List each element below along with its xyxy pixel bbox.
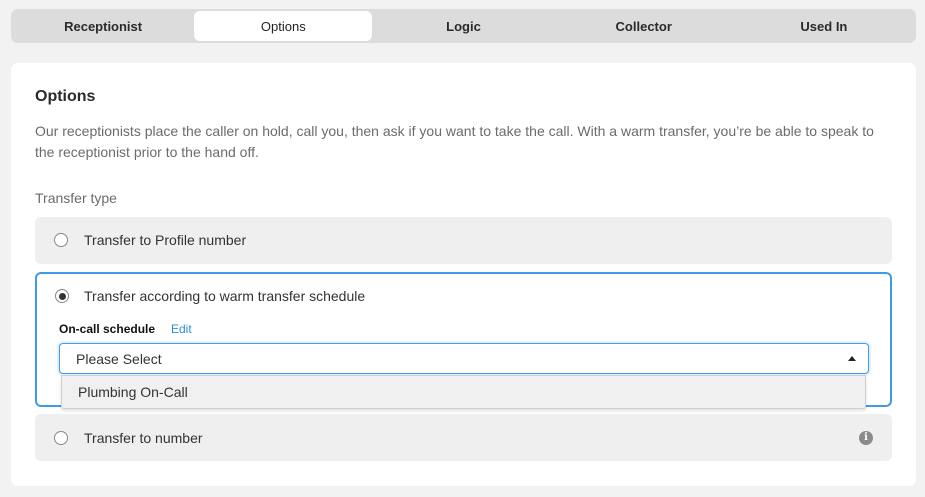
radio-button[interactable] xyxy=(54,233,68,247)
tab-options[interactable]: Options xyxy=(194,11,373,41)
section-title: Options xyxy=(35,88,96,105)
caret-up-icon xyxy=(848,356,856,361)
tab-collector[interactable]: Collector xyxy=(555,11,733,41)
transfer-option-number[interactable]: Transfer to number i xyxy=(35,414,892,461)
option-label: Transfer to number xyxy=(84,430,203,446)
select-value: Please Select xyxy=(76,351,162,367)
dropdown-option[interactable]: Plumbing On-Call xyxy=(78,384,188,400)
edit-schedule-link[interactable]: Edit xyxy=(171,322,192,336)
on-call-schedule-label: On-call schedule xyxy=(59,322,156,336)
tab-logic[interactable]: Logic xyxy=(374,11,552,41)
option-label: Transfer to Profile number xyxy=(84,232,247,248)
options-card: Options Our receptionists place the call… xyxy=(11,63,916,486)
info-icon[interactable]: i xyxy=(859,431,873,445)
transfer-option-profile-number[interactable]: Transfer to Profile number xyxy=(35,217,892,264)
radio-button-selected[interactable] xyxy=(55,289,69,303)
section-description: Our receptionists place the caller on ho… xyxy=(35,123,874,160)
schedule-select[interactable]: Please Select xyxy=(59,343,869,374)
transfer-type-label: Transfer type xyxy=(35,190,117,206)
tab-bar: Receptionist Options Logic Collector Use… xyxy=(11,9,916,43)
option-label: Transfer according to warm transfer sche… xyxy=(84,288,366,304)
tab-used-in[interactable]: Used In xyxy=(735,11,913,41)
schedule-dropdown-menu: Plumbing On-Call xyxy=(61,375,866,409)
tab-receptionist[interactable]: Receptionist xyxy=(14,11,192,41)
radio-button[interactable] xyxy=(54,431,68,445)
